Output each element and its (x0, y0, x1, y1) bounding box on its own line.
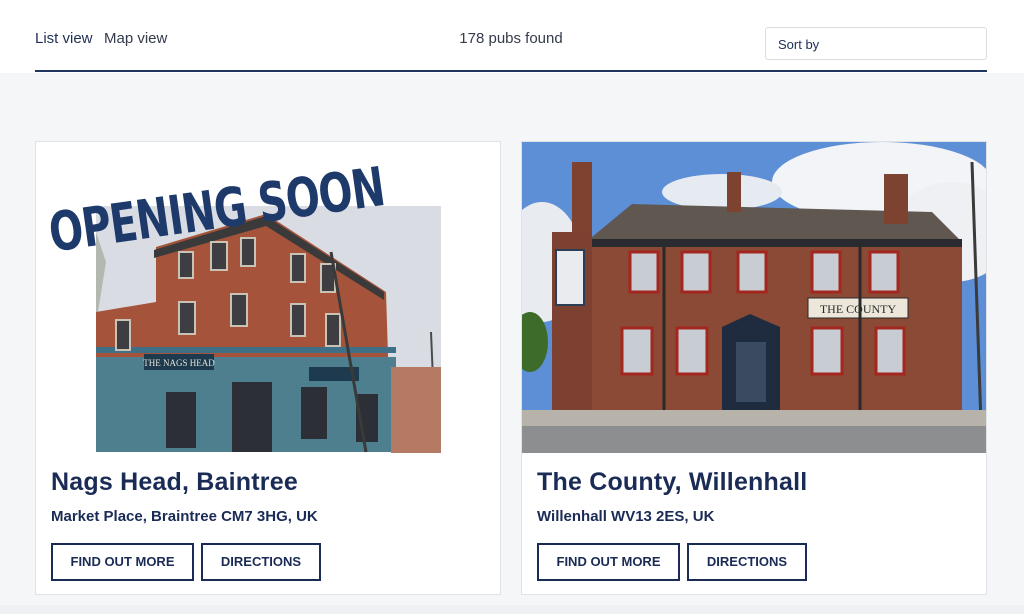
sort-dropdown[interactable]: Sort by (765, 27, 987, 60)
pub-photo[interactable]: THE COUNTY (522, 142, 986, 453)
page-footer-edge (0, 605, 1024, 614)
pub-sign-text: THE COUNTY (820, 302, 897, 316)
pub-photo[interactable]: THE NAGS HEAD OPENING SOON (36, 142, 500, 453)
pub-card: THE COUNTY The County, Willenhall Willen… (521, 141, 987, 595)
sort-label: Sort by (778, 37, 820, 52)
pub-address: Market Place, Braintree CM7 3HG, UK (51, 508, 318, 525)
pub-photo-graphic: THE NAGS HEAD OPENING SOON (36, 142, 500, 453)
directions-button[interactable]: DIRECTIONS (201, 543, 321, 581)
find-out-more-button[interactable]: FIND OUT MORE (51, 543, 194, 581)
pub-name[interactable]: Nags Head, Baintree (51, 468, 298, 497)
pub-sign-text: THE NAGS HEAD (143, 358, 215, 368)
pub-photo-graphic: THE COUNTY (522, 142, 986, 453)
directions-button[interactable]: DIRECTIONS (687, 543, 807, 581)
find-out-more-button[interactable]: FIND OUT MORE (537, 543, 680, 581)
pub-name[interactable]: The County, Willenhall (537, 468, 807, 497)
results-toolbar: List view Map view 178 pubs found Sort b… (35, 0, 987, 72)
pub-address: Willenhall WV13 2ES, UK (537, 508, 715, 525)
pub-card: THE NAGS HEAD OPENING SOON Nags Head, Ba… (35, 141, 501, 595)
